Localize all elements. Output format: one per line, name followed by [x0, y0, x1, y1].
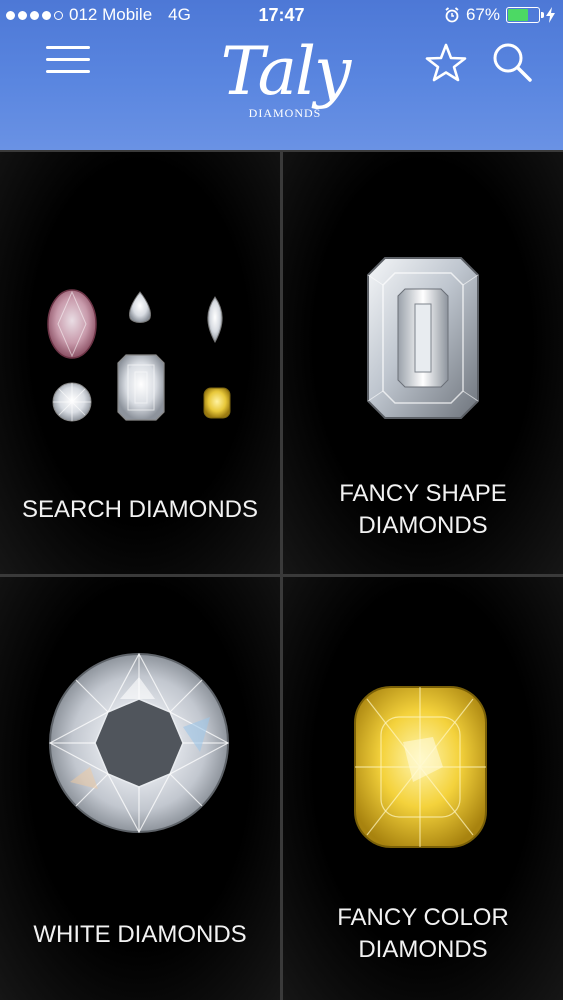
taly-diamonds-logo: Taly DIAMONDS	[200, 22, 370, 134]
star-icon[interactable]	[424, 42, 468, 82]
app-header: 012 Mobile 4G 17:47 67% Taly DIAMONDS	[0, 0, 563, 150]
battery-percent: 67%	[465, 5, 500, 24]
yellow-cushion-diamond-image	[354, 686, 487, 848]
tile-label: FANCY SHAPE DIAMONDS	[283, 478, 563, 542]
tile-label-line: WHITE DIAMONDS	[33, 921, 247, 948]
fancy-shape-diamonds-tile[interactable]: FANCY SHAPE DIAMONDS	[283, 152, 563, 574]
search-diamonds-tile[interactable]: SEARCH DIAMONDS	[0, 152, 280, 574]
tile-label-line: DIAMONDS	[358, 512, 488, 539]
tile-label: WHITE DIAMONDS	[0, 919, 280, 951]
logo-subtitle: DIAMONDS	[248, 106, 322, 120]
alarm-icon	[445, 7, 459, 23]
tile-label: FANCY COLOR DIAMONDS	[283, 902, 563, 966]
assorted-diamonds-image	[47, 289, 231, 422]
white-diamonds-tile[interactable]: WHITE DIAMONDS	[0, 577, 280, 1000]
search-icon[interactable]	[490, 40, 534, 84]
tile-label-line: DIAMONDS	[358, 936, 488, 963]
tile-label-line: FANCY COLOR	[337, 904, 509, 931]
round-white-diamond-image	[48, 652, 230, 834]
battery-icon	[506, 7, 544, 23]
tile-label-line: FANCY SHAPE	[339, 480, 507, 507]
category-grid: SEARCH DIAMONDS FANCY SHAPE DIAMONDS WHI…	[0, 150, 563, 1000]
tile-label-line: SEARCH DIAMONDS	[21, 496, 259, 523]
tile-label: SEARCH DIAMONDS	[0, 494, 280, 526]
charging-icon	[546, 7, 555, 23]
hamburger-menu-icon[interactable]	[46, 46, 90, 78]
emerald-cut-diamond-image	[367, 257, 479, 419]
fancy-color-diamonds-tile[interactable]: FANCY COLOR DIAMONDS	[283, 577, 563, 1000]
